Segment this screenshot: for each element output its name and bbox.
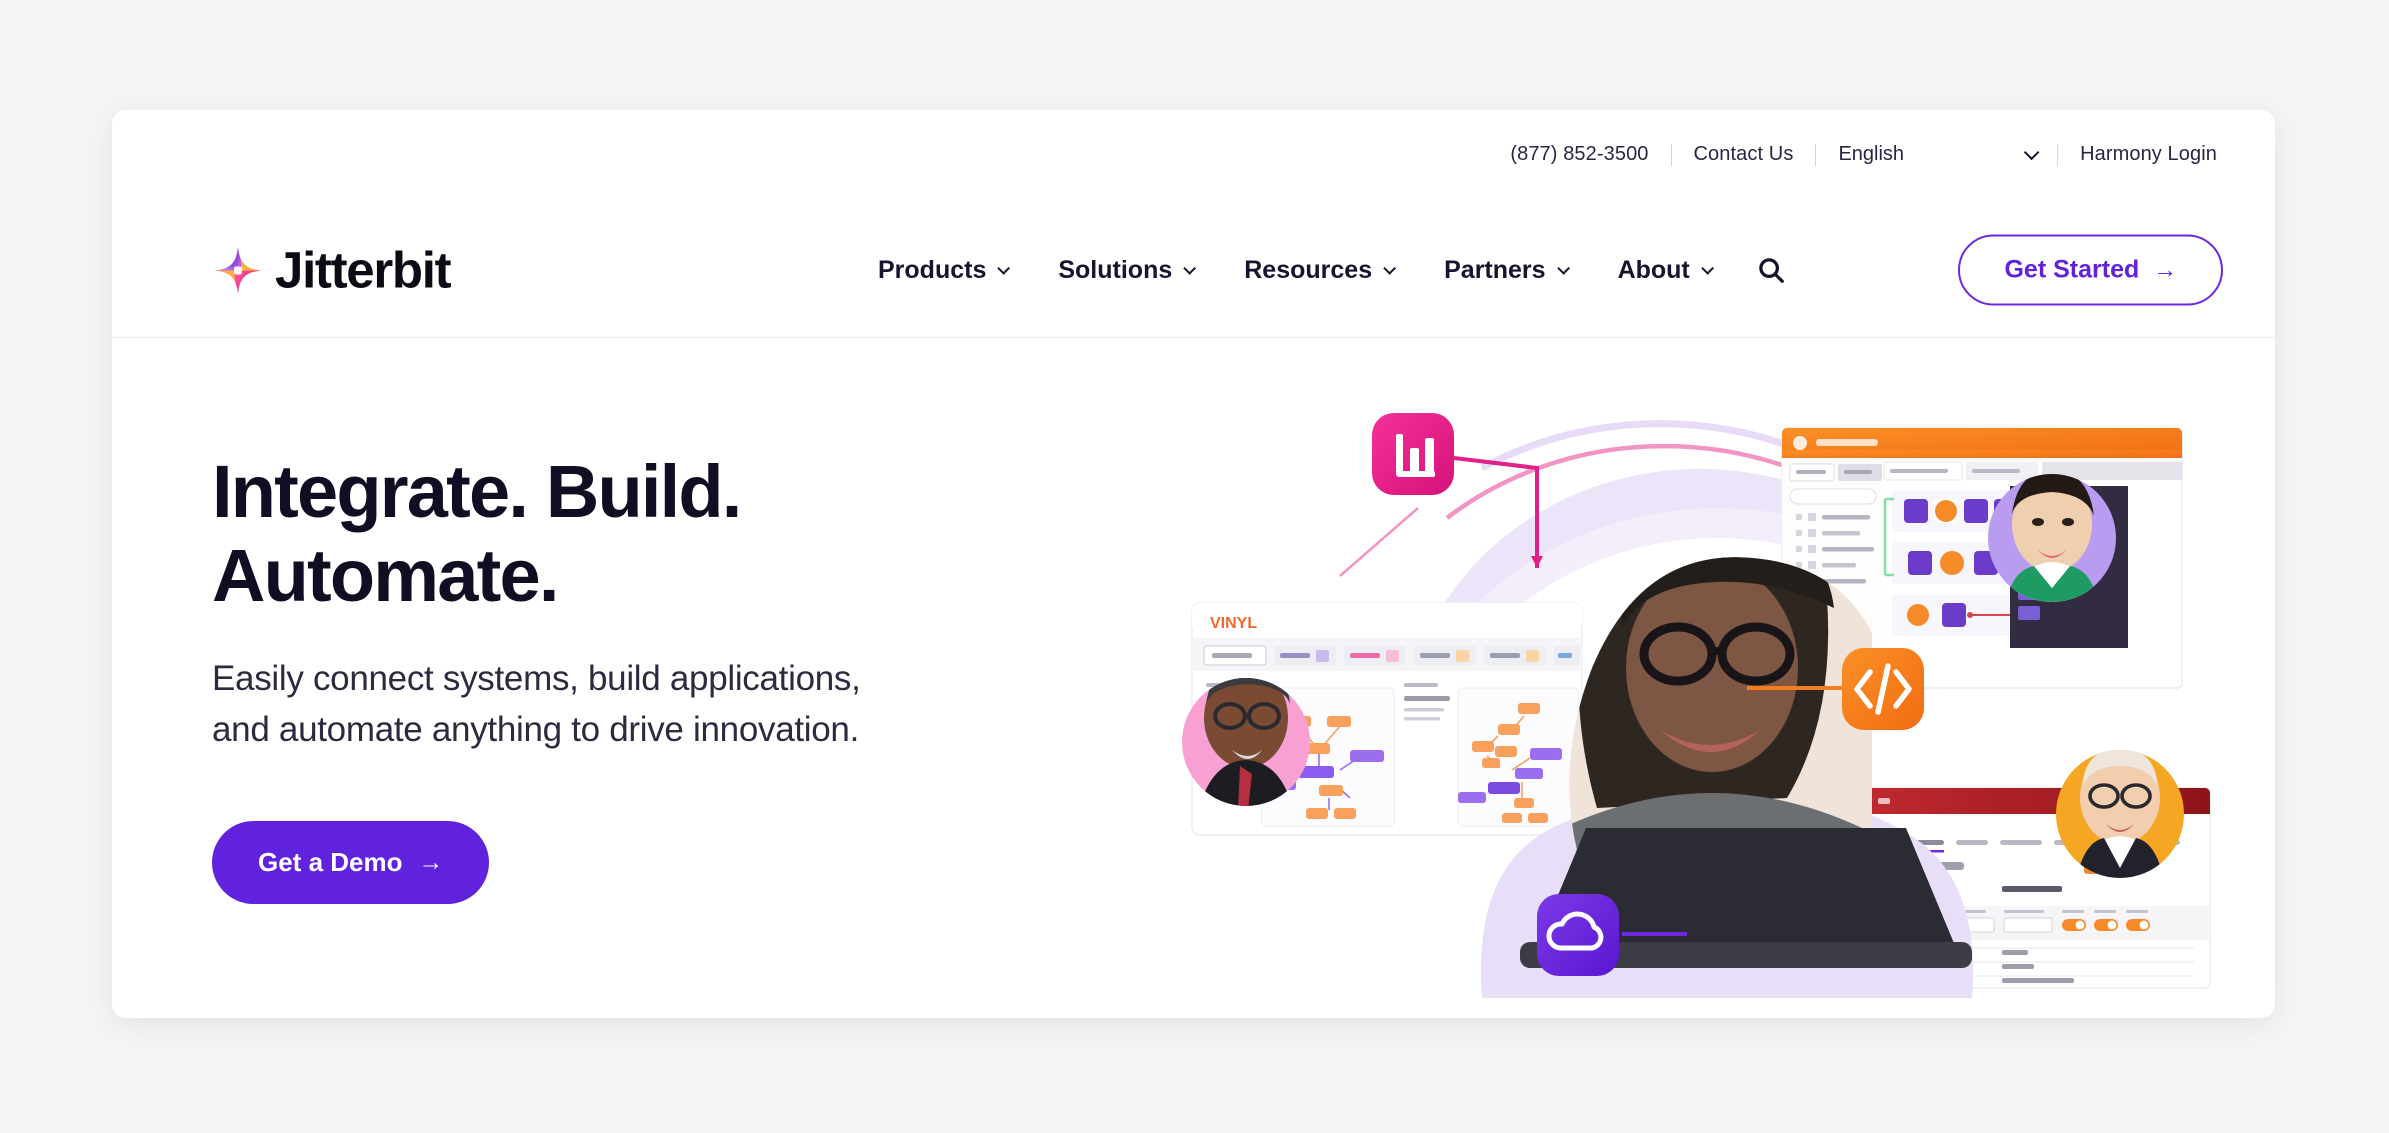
page-title: Integrate. Build. Automate. [212, 450, 1212, 617]
brand-logo[interactable]: Jitterbit [212, 241, 452, 300]
brand-name: Jitterbit [275, 241, 452, 299]
get-a-demo-button[interactable]: Get a Demo → [212, 821, 490, 905]
harmony-login-link[interactable]: Harmony Login [2058, 143, 2239, 166]
nav-item-partners[interactable]: Partners [1418, 256, 1591, 285]
nav-label: Products [878, 255, 987, 284]
chevron-down-icon [1701, 261, 1714, 275]
phone-link[interactable]: (877) 852-3500 [1488, 143, 1670, 166]
language-select[interactable]: English [1816, 143, 2057, 166]
chart-badge [1372, 413, 1454, 495]
hero-section: Integrate. Build. Automate. Easily conne… [112, 338, 2275, 1018]
chevron-down-icon [1383, 261, 1397, 275]
nav-label: Partners [1444, 255, 1546, 284]
get-started-label: Get Started [2004, 255, 2140, 284]
chevron-down-icon [1183, 261, 1197, 275]
nav-label: About [1617, 255, 1690, 284]
hero-copy: Integrate. Build. Automate. Easily conne… [212, 450, 1212, 905]
jitterbit-sparkle-logo-icon [212, 244, 264, 296]
hero-subtitle: Easily connect systems, build applicatio… [212, 653, 1212, 755]
nav-label: Resources [1244, 255, 1373, 284]
cloud-badge [1537, 894, 1619, 976]
main-nav-row: Jitterbit Products Solutions Resources P… [112, 202, 2275, 338]
vinyl-card-title: VINYL [1210, 615, 1257, 632]
arrow-right-icon: → [418, 848, 444, 876]
get-a-demo-label: Get a Demo [258, 847, 403, 878]
hero-title-line-2: Automate. [212, 533, 559, 617]
nav-item-resources[interactable]: Resources [1218, 256, 1418, 285]
search-icon[interactable] [1754, 253, 1788, 287]
hero-subtitle-line-2: and automate anything to drive innovatio… [212, 710, 860, 750]
get-started-button[interactable]: Get Started → [1958, 234, 2223, 306]
hero-illustration: VINYL [1182, 358, 2242, 998]
chevron-down-icon [997, 261, 1011, 275]
code-badge [1842, 648, 1924, 730]
hero-title-line-1: Integrate. Build. [212, 450, 742, 533]
site-header: (877) 852-3500 Contact Us English Harmon… [112, 110, 2275, 338]
contact-us-link[interactable]: Contact Us [1672, 143, 1816, 166]
chevron-down-icon [2023, 144, 2040, 161]
primary-navigation: Products Solutions Resources Partners Ab… [852, 253, 1788, 287]
chevron-down-icon [1556, 261, 1570, 275]
vinyl-card-tabs [1203, 645, 1580, 666]
hero-subtitle-line-1: Easily connect systems, build applicatio… [212, 659, 861, 699]
nav-label: Solutions [1058, 255, 1173, 284]
page-card: (877) 852-3500 Contact Us English Harmon… [112, 110, 2275, 1018]
utility-bar: (877) 852-3500 Contact Us English Harmon… [1488, 143, 2239, 166]
nav-item-products[interactable]: Products [852, 256, 1032, 285]
arrow-right-icon: → [2153, 256, 2177, 284]
nav-item-about[interactable]: About [1592, 256, 1736, 285]
language-label: English [1838, 143, 1905, 165]
nav-item-solutions[interactable]: Solutions [1032, 256, 1218, 285]
